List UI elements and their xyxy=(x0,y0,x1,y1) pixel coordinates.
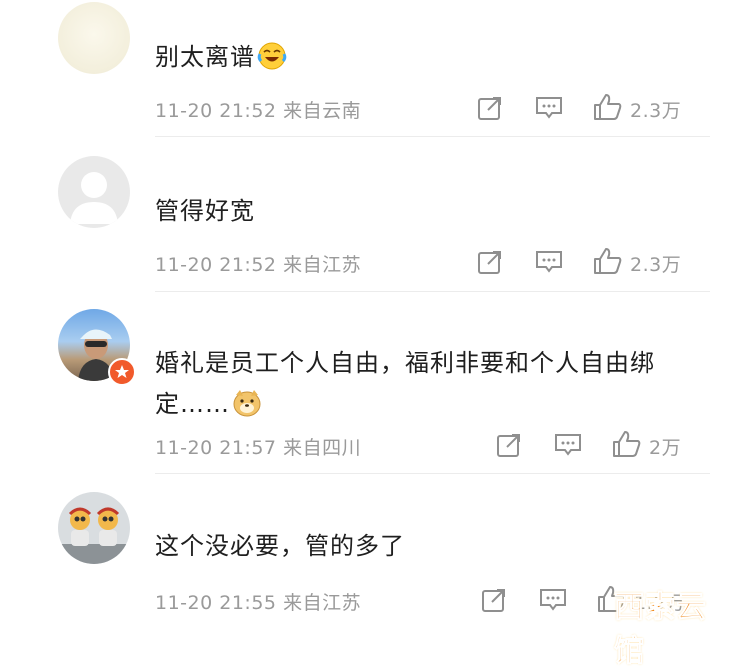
comment-time: 11-20 21:57 xyxy=(155,437,277,459)
comment-meta: 11-20 21:52 来自江苏 xyxy=(155,250,361,277)
comment-meta: 11-20 21:57 来自四川 xyxy=(155,433,361,460)
avatar[interactable] xyxy=(58,156,130,228)
default-avatar-icon xyxy=(70,172,118,224)
comment-body: 这个没必要，管的多了 xyxy=(155,532,405,560)
comment-meta: 11-20 21:55 来自江苏 xyxy=(155,588,361,615)
like-count: 2.3万 xyxy=(630,254,682,276)
watermark-logo: 西索云馆 xyxy=(614,590,707,670)
like-icon[interactable] xyxy=(593,93,623,121)
comment-time: 11-20 21:52 xyxy=(155,100,277,122)
comment-text: 婚礼是员工个人自由，福利非要和个人自由绑定…… xyxy=(155,343,700,425)
comment-location: 来自云南 xyxy=(283,100,362,122)
comment-location: 来自江苏 xyxy=(283,254,362,276)
like-count: 2.3万 xyxy=(630,100,682,122)
share-icon[interactable] xyxy=(477,249,503,275)
comment-body: 别太离谱 xyxy=(155,43,255,71)
comment-meta: 11-20 21:52 来自云南 xyxy=(155,96,361,123)
comment-body: 婚礼是员工个人自由，福利非要和个人自由绑定…… xyxy=(155,349,655,418)
comment-icon[interactable] xyxy=(535,249,563,275)
like-icon[interactable] xyxy=(612,430,642,458)
like-icon[interactable] xyxy=(593,247,623,275)
star-icon xyxy=(115,365,129,378)
divider xyxy=(155,473,710,474)
share-icon[interactable] xyxy=(477,95,503,121)
avatar[interactable] xyxy=(58,492,130,564)
doge-emoji-icon xyxy=(233,390,261,417)
laughing-crying-emoji-icon xyxy=(257,42,287,70)
verified-badge xyxy=(108,358,136,386)
divider xyxy=(155,291,710,292)
share-icon[interactable] xyxy=(496,432,522,458)
comment-text: 别太离谱 xyxy=(155,37,700,78)
comment-time: 11-20 21:52 xyxy=(155,254,277,276)
divider xyxy=(155,136,710,137)
comment-icon[interactable] xyxy=(535,95,563,121)
share-icon[interactable] xyxy=(481,587,507,613)
comment-text: 这个没必要，管的多了 xyxy=(155,526,700,567)
comment-location: 来自江苏 xyxy=(283,592,362,614)
comment-icon[interactable] xyxy=(554,432,582,458)
like-count: 2万 xyxy=(649,437,682,459)
comment-icon[interactable] xyxy=(539,587,567,613)
figurines-photo-icon xyxy=(58,507,130,564)
comment-text: 管得好宽 xyxy=(155,191,700,232)
avatar[interactable] xyxy=(58,2,130,74)
comment-time: 11-20 21:55 xyxy=(155,592,277,614)
comment-body: 管得好宽 xyxy=(155,197,255,225)
comment-location: 来自四川 xyxy=(283,437,362,459)
